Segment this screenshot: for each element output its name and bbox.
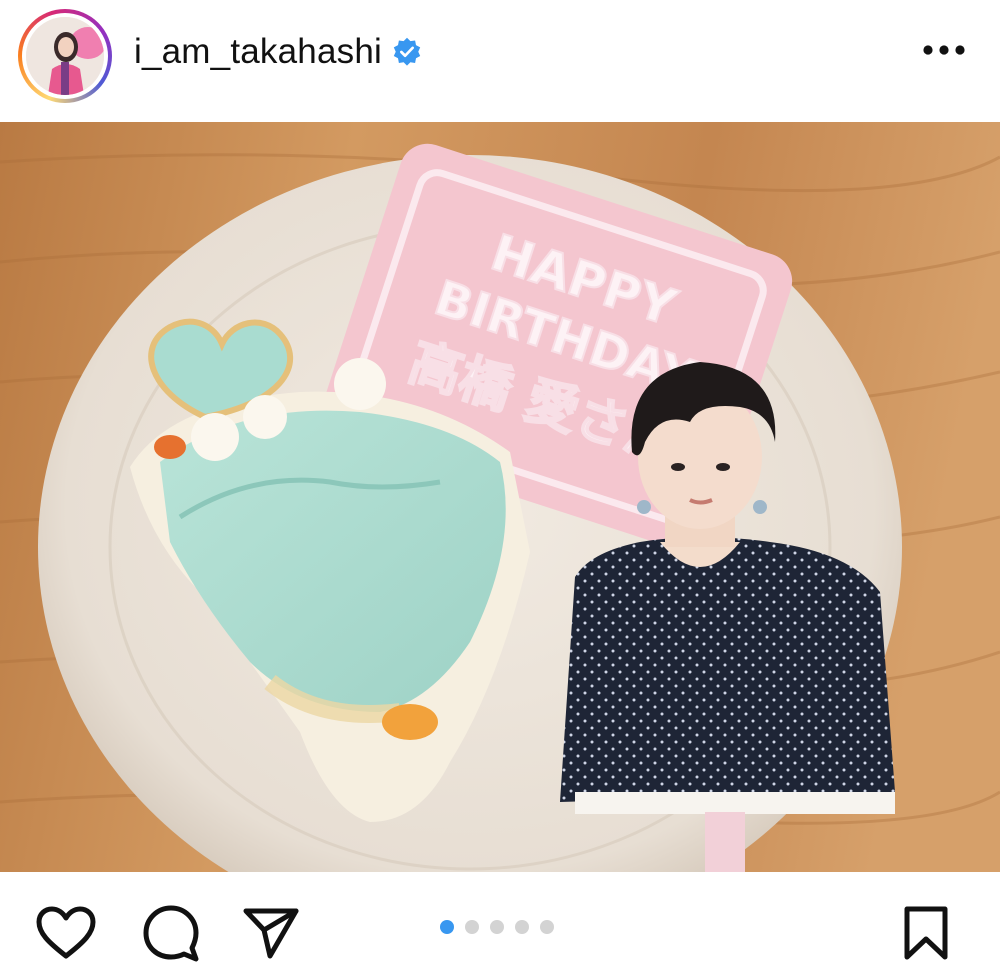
more-horizontal-icon [923,45,965,55]
like-button[interactable] [35,902,97,964]
comment-button[interactable] [140,902,202,964]
carousel-dot-3[interactable] [490,920,504,934]
save-button[interactable] [895,902,957,964]
username[interactable]: i_am_takahashi [134,32,382,72]
more-options-button[interactable] [920,30,968,70]
paper-plane-icon [243,908,299,959]
post-header: i_am_takahashi [0,0,1000,122]
bookmark-icon [904,906,948,960]
carousel-dot-4[interactable] [515,920,529,934]
carousel-dot-1[interactable] [440,920,454,934]
carousel-indicator [440,920,554,934]
post-image: HAPPY BIRTHDAY 高橋 愛さん [0,122,1000,872]
carousel-dot-5[interactable] [540,920,554,934]
avatar[interactable] [26,17,104,95]
share-button[interactable] [240,902,302,964]
heart-icon [36,906,96,959]
avatar-story-ring[interactable] [18,9,112,103]
post-action-bar [0,872,1000,967]
post-photo[interactable]: HAPPY BIRTHDAY 高橋 愛さん [0,122,1000,872]
comment-icon [143,905,199,962]
verified-badge-icon [393,37,421,66]
carousel-dot-2[interactable] [465,920,479,934]
